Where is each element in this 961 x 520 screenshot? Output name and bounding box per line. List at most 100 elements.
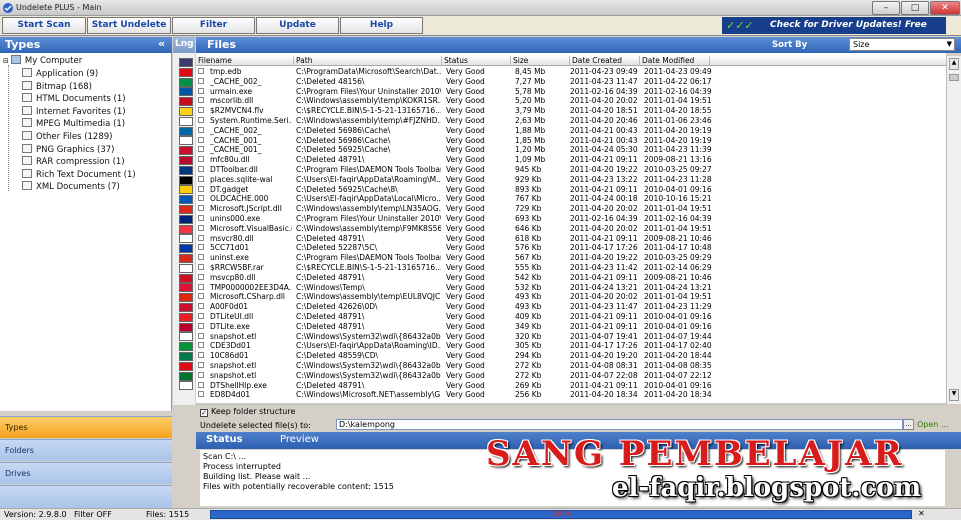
tree-item[interactable]: RAR compression (1) [22,156,125,168]
table-row[interactable]: 5CC71d01 C:\Deleted 52287\5C\ Very Good 576… [196,243,712,253]
cancel-progress-icon[interactable]: ✕ [918,509,925,518]
row-checkbox[interactable] [198,283,206,293]
nav-drives-button[interactable]: Drives [0,462,172,484]
tree-item[interactable]: PNG Graphics (37) [22,143,114,156]
table-row[interactable]: System.Runtime.Seri... C:\Windows\assembl… [196,116,712,126]
tree-item-my-computer[interactable]: ⊟ My Computer [3,55,82,67]
row-checkbox[interactable] [198,185,206,195]
table-row[interactable]: OLDCACHE.000 C:\Users\El-faqir\AppData\Lo… [196,194,712,204]
row-checkbox[interactable] [198,175,206,185]
close-button[interactable]: ✕ [930,1,960,15]
row-checkbox[interactable] [198,87,206,97]
tree-item[interactable]: XML Documents (7) [22,181,120,193]
table-row[interactable]: snapshot.etl C:\Windows\System32\wdi\{864… [196,361,712,371]
table-row[interactable]: _CACHE_002_ C:\Deleted 48156\ Very Good 7,2… [196,77,712,87]
table-row[interactable]: TMP0000002EE3D4A... C:\Windows\Temp\ Very … [196,283,712,293]
files-vertical-scrollbar[interactable]: ▲ ▼ [946,56,961,404]
col-filename[interactable]: Filename [196,56,294,66]
tree-item[interactable]: Bitmap (168) [22,80,92,93]
tab-preview[interactable]: Preview [280,433,319,447]
update-button[interactable]: Update [256,17,339,34]
row-checkbox[interactable] [198,312,206,322]
row-checkbox[interactable] [198,67,206,77]
row-checkbox[interactable] [198,243,206,253]
table-row[interactable]: uninst.exe C:\Program Files\DAEMON Tools … [196,253,712,263]
col-date-modified[interactable]: Date Modified [640,56,710,66]
minimize-button[interactable]: – [872,1,900,15]
driver-update-banner[interactable]: ✓✓✓ Check for Driver Updates! Free Scan! [722,17,946,47]
tree-item[interactable]: HTML Documents (1) [22,93,126,105]
start-undelete-button[interactable]: Start Undelete [87,17,171,34]
row-checkbox[interactable] [198,145,206,155]
tab-status[interactable]: Status [206,433,243,447]
table-row[interactable]: DTLiteUI.dll C:\Deleted 48791\ Very Good 40… [196,312,712,322]
col-date-created[interactable]: Date Created [570,56,640,66]
sort-by-select[interactable]: Size ▼ [849,38,955,51]
table-row[interactable]: snapshot.etl C:\Windows\System32\wdi\{864… [196,371,712,381]
row-checkbox[interactable] [198,126,206,136]
row-checkbox[interactable] [198,332,206,342]
nav-types-button[interactable]: Types [0,416,172,438]
row-checkbox[interactable] [198,381,206,391]
table-row[interactable]: Microsoft.JScript.dll C:\Windows\assembly… [196,204,712,214]
keep-folder-structure[interactable]: ✓ Keep folder structure [200,407,295,417]
table-row[interactable]: 10C86d01 C:\Deleted 48559\CD\ Very Good 294… [196,351,712,361]
table-row[interactable]: places.sqlite-wal C:\Users\El-faqir\AppDa… [196,175,712,185]
open-link[interactable]: Open ... [917,420,949,429]
table-row[interactable]: msvcr80.dll C:\Deleted 48791\ Very Good 618… [196,234,712,244]
table-row[interactable]: DTShellHlp.exe C:\Deleted 48791\ Very Good… [196,381,712,391]
table-row[interactable]: A00F0d01 C:\Deleted 42626\0D\ Very Good 493… [196,302,712,312]
col-status[interactable]: Status [442,56,511,66]
table-row[interactable]: urmain.exe C:\Program Files\Your Uninstal… [196,87,712,97]
table-row[interactable]: _CACHE_001_ C:\Deleted 56925\Cache\ Very G… [196,145,712,155]
row-checkbox[interactable] [198,302,206,312]
row-checkbox[interactable] [198,371,206,381]
tree-item[interactable]: Application (9) [22,68,98,80]
browse-button[interactable]: ... [903,419,914,430]
table-row[interactable]: $R2MVCN4.flv C:\$RECYCLE.BIN\S-1-5-21-131… [196,106,712,116]
row-checkbox[interactable] [198,263,206,273]
scroll-thumb[interactable] [949,74,959,81]
help-button[interactable]: Help [340,17,423,34]
row-checkbox[interactable] [198,351,206,361]
row-checkbox[interactable] [198,224,206,234]
undelete-path-input[interactable]: D:\kalempong [336,419,903,430]
files-horizontal-scrollbar[interactable] [196,403,946,406]
table-row[interactable]: msvcp80.dll C:\Deleted 48791\ Very Good 542… [196,273,712,283]
col-path[interactable]: Path [294,56,442,66]
scroll-down-icon[interactable]: ▼ [949,389,959,401]
row-checkbox[interactable] [198,77,206,87]
scroll-up-icon[interactable]: ▲ [949,58,959,70]
row-checkbox[interactable] [198,136,206,146]
table-row[interactable]: Microsoft.VisualBasic.dll C:\Windows\asse… [196,224,712,234]
nav-folders-button[interactable]: Folders [0,439,172,461]
row-checkbox[interactable] [198,96,206,106]
filter-button[interactable]: Filter [172,17,255,34]
row-checkbox[interactable] [198,361,206,371]
keep-structure-checkbox[interactable]: ✓ [200,409,208,417]
table-row[interactable]: $RRCW5BF.rar C:\$RECYCLE.BIN\S-1-5-21-131… [196,263,712,273]
row-checkbox[interactable] [198,165,206,175]
row-checkbox[interactable] [198,204,206,214]
row-checkbox[interactable] [198,155,206,165]
table-row[interactable]: DT.gadget C:\Deleted 56925\Cache\8\ Very G… [196,185,712,195]
row-checkbox[interactable] [198,273,206,283]
collapse-icon[interactable]: « [158,37,165,50]
table-row[interactable]: DTLite.exe C:\Deleted 48791\ Very Good 349 … [196,322,712,332]
table-row[interactable]: _CACHE_002_ C:\Deleted 56986\Cache\ Very G… [196,126,712,136]
tree-item[interactable]: Rich Text Document (1) [22,168,136,181]
maximize-button[interactable]: □ [901,1,929,15]
row-checkbox[interactable] [198,116,206,126]
table-row[interactable]: Microsoft.CSharp.dll C:\Windows\assembly\… [196,292,712,302]
row-checkbox[interactable] [198,194,206,204]
row-checkbox[interactable] [198,214,206,224]
start-scan-button[interactable]: Start Scan [2,17,86,34]
table-row[interactable]: snapshot.etl C:\Windows\System32\wdi\{864… [196,332,712,342]
row-checkbox[interactable] [198,292,206,302]
row-checkbox[interactable] [198,253,206,263]
table-row[interactable]: _CACHE_001_ C:\Deleted 56986\Cache\ Very G… [196,136,712,146]
tree-item[interactable]: MPEG Multimedia (1) [22,118,125,130]
row-checkbox[interactable] [198,234,206,244]
row-checkbox[interactable] [198,341,206,351]
row-checkbox[interactable] [198,322,206,332]
